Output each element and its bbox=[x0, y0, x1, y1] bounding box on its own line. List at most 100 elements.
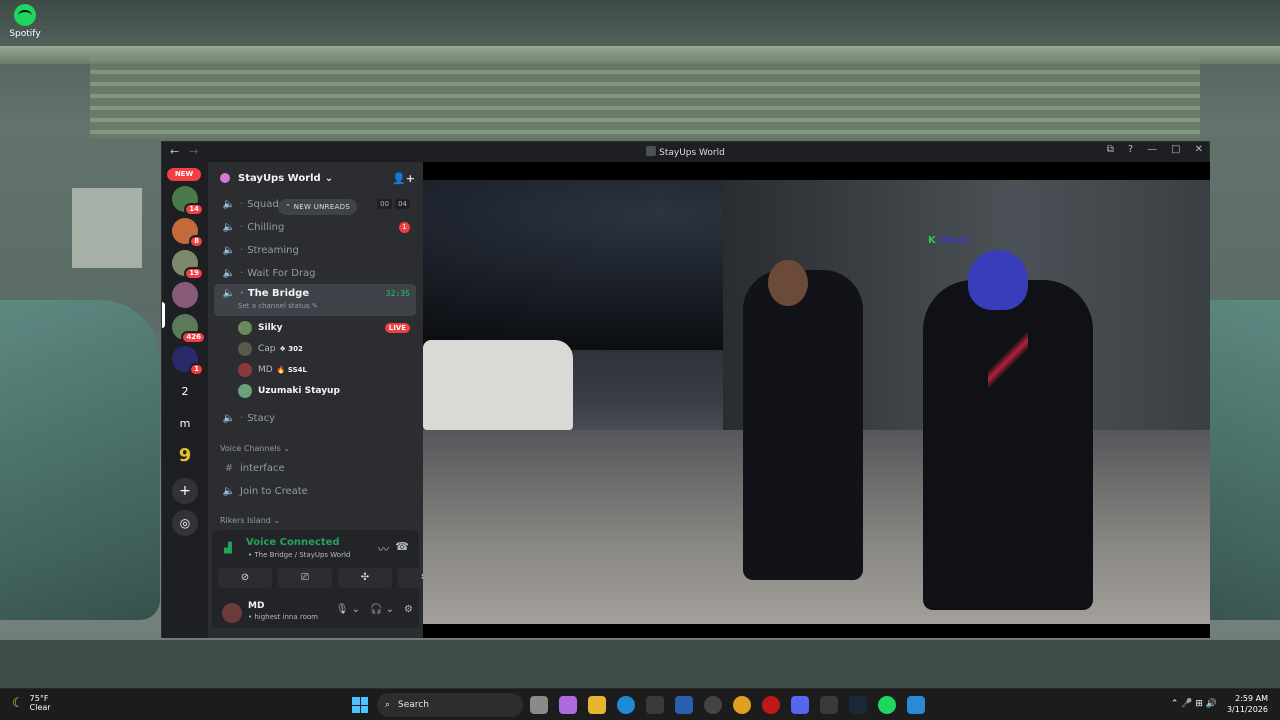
server-icon-5[interactable]: 426 bbox=[172, 314, 206, 344]
server-icon-1[interactable]: 14 bbox=[172, 186, 204, 216]
steam-icon[interactable] bbox=[849, 696, 867, 714]
camera-button[interactable]: ⊘ bbox=[218, 568, 272, 588]
channel-status[interactable]: Set a channel status ✎ bbox=[238, 302, 318, 310]
category-voice-channels[interactable]: Voice Channels ⌄ bbox=[220, 444, 290, 453]
server-icon-7[interactable]: 2 bbox=[172, 378, 198, 404]
tray-icons[interactable]: ⌃ 🎤 ⊞ 🔊 bbox=[1171, 699, 1217, 709]
clock[interactable]: 2:59 AM 3/11/2026 bbox=[1227, 693, 1268, 715]
voice-user-silky[interactable]: Silky LIVE bbox=[238, 318, 418, 338]
channel-interface[interactable]: # interface bbox=[214, 458, 416, 478]
channel-streaming[interactable]: 🔈 · Streaming bbox=[214, 240, 416, 260]
speaker-icon: 🔈 bbox=[222, 485, 236, 497]
avatar[interactable] bbox=[222, 603, 242, 623]
opera-icon[interactable] bbox=[762, 696, 780, 714]
user-name: Cap bbox=[258, 344, 276, 354]
taskbar-apps bbox=[530, 696, 925, 714]
user-tag: 🔥 SS4L bbox=[276, 366, 307, 374]
category-rikers-island[interactable]: Rikers Island ⌄ bbox=[220, 516, 280, 525]
speaker-icon: 🔈 bbox=[222, 198, 236, 210]
user-status: • highest inna room bbox=[248, 613, 318, 621]
weather-desc: Clear bbox=[29, 703, 51, 712]
spotify-taskbar-icon[interactable] bbox=[878, 696, 896, 714]
file-explorer-icon[interactable] bbox=[588, 696, 606, 714]
server-icon-3[interactable]: 19 bbox=[172, 250, 204, 280]
channel-chilling[interactable]: 🔈 · Chilling 1 bbox=[214, 217, 416, 237]
server-icon-4[interactable] bbox=[172, 282, 198, 308]
discover-button[interactable]: ◎ bbox=[172, 510, 198, 536]
weather-widget[interactable]: ☾ 75°F Clear bbox=[12, 694, 51, 712]
channel-stacy[interactable]: 🔈 · Stacy bbox=[214, 408, 416, 428]
server-icon-8[interactable]: m bbox=[172, 410, 198, 436]
app-icon[interactable] bbox=[704, 696, 722, 714]
maximize-button[interactable]: □ bbox=[1171, 144, 1180, 155]
outlook-icon[interactable] bbox=[675, 696, 693, 714]
desktop-icon-spotify[interactable]: Spotify bbox=[6, 4, 44, 39]
help-icon[interactable]: ? bbox=[1128, 144, 1133, 155]
spotify-icon bbox=[14, 4, 36, 26]
user-count: 00 bbox=[377, 199, 393, 209]
new-badge[interactable]: NEW bbox=[167, 168, 201, 181]
screen-share-button[interactable]: ⎚ bbox=[278, 568, 332, 588]
task-view-icon[interactable] bbox=[530, 696, 548, 714]
server-icon-6[interactable]: 1 bbox=[172, 346, 204, 376]
store-icon[interactable] bbox=[646, 696, 664, 714]
photos-icon[interactable] bbox=[907, 696, 925, 714]
stream-view[interactable]: K lilcan bbox=[423, 162, 1210, 638]
invite-icon[interactable]: 👤+ bbox=[392, 172, 415, 185]
disconnect-icon[interactable]: ☎ bbox=[395, 540, 409, 553]
scene-person-left bbox=[743, 270, 863, 580]
speaker-icon: 🔈 bbox=[222, 267, 236, 279]
system-tray: ⌃ 🎤 ⊞ 🔊 2:59 AM 3/11/2026 bbox=[1171, 693, 1268, 715]
wallpaper-seat-left bbox=[0, 300, 160, 620]
window-title-text: StayUps World bbox=[659, 148, 725, 158]
noise-suppression-icon[interactable]: 〰 bbox=[378, 541, 389, 557]
server-badge: 8 bbox=[189, 235, 204, 248]
voice-user-uzumaki[interactable]: Uzumaki Stayup bbox=[238, 381, 340, 401]
microphone-icon[interactable]: 🎙 ⌄ bbox=[336, 604, 360, 615]
chrome-icon[interactable] bbox=[733, 696, 751, 714]
headset-icon[interactable]: 🎧 ⌄ bbox=[370, 604, 394, 615]
channel-label: Streaming bbox=[247, 244, 299, 256]
new-unreads-button[interactable]: ⌃ NEW UNREADS bbox=[278, 199, 358, 215]
avatar bbox=[238, 342, 252, 356]
channel-label: Wait For Drag bbox=[247, 267, 316, 279]
wallpaper-rack bbox=[90, 58, 1200, 138]
speaker-icon: 🔈 bbox=[222, 288, 236, 299]
windows-start-icon[interactable] bbox=[352, 697, 368, 713]
server-header[interactable]: StayUps World ⌄ 👤+ bbox=[208, 162, 423, 194]
watermark-k: K bbox=[928, 235, 936, 246]
channel-the-bridge[interactable]: 🔈 · The Bridge 32:35 Set a channel status… bbox=[214, 284, 416, 316]
settings-gear-icon[interactable]: ⚙ bbox=[404, 604, 413, 615]
signal-icon[interactable]: ▟ bbox=[224, 543, 232, 554]
server-badge: 426 bbox=[181, 331, 206, 344]
wallpaper-floor bbox=[0, 640, 1280, 688]
close-button[interactable]: ✕ bbox=[1195, 144, 1203, 155]
server-icon-9[interactable]: 9 bbox=[172, 442, 198, 468]
minimize-button[interactable]: — bbox=[1147, 144, 1157, 155]
chevron-down-icon: ⌄ bbox=[324, 172, 334, 184]
server-gem-icon bbox=[220, 173, 230, 183]
user-name: Silky bbox=[258, 323, 283, 333]
server-icon-2[interactable]: 8 bbox=[172, 218, 204, 248]
edge-icon[interactable] bbox=[617, 696, 635, 714]
copilot-icon[interactable] bbox=[559, 696, 577, 714]
server-badge: 14 bbox=[184, 203, 204, 216]
xbox-icon[interactable] bbox=[820, 696, 838, 714]
voice-user-cap[interactable]: Cap ❖ 302 bbox=[238, 339, 303, 359]
voice-user-md[interactable]: MD 🔥 SS4L bbox=[238, 360, 307, 380]
channel-wait-for-drag[interactable]: 🔈 · Wait For Drag bbox=[214, 263, 416, 283]
channel-sidebar: StayUps World ⌄ 👤+ 🔈 · Squad 00 04 ⌃ NEW U… bbox=[208, 162, 452, 638]
activities-button[interactable]: ✣ bbox=[338, 568, 392, 588]
scene-person-left-head bbox=[768, 260, 808, 306]
discord-icon[interactable] bbox=[791, 696, 809, 714]
add-server-button[interactable]: + bbox=[172, 478, 198, 504]
channel-label: Squad bbox=[247, 198, 279, 210]
inbox-icon[interactable]: ⧉ bbox=[1107, 144, 1114, 155]
channel-label: Chilling bbox=[247, 221, 285, 233]
speaker-icon: 🔈 bbox=[222, 412, 236, 424]
taskbar-search[interactable]: ⌕ Search bbox=[377, 693, 523, 717]
user-tag: ❖ 302 bbox=[279, 345, 303, 353]
search-icon: ⌕ bbox=[385, 700, 391, 710]
voice-status-title[interactable]: Voice Connected bbox=[246, 537, 340, 548]
channel-join-to-create[interactable]: 🔈 Join to Create bbox=[214, 481, 416, 501]
